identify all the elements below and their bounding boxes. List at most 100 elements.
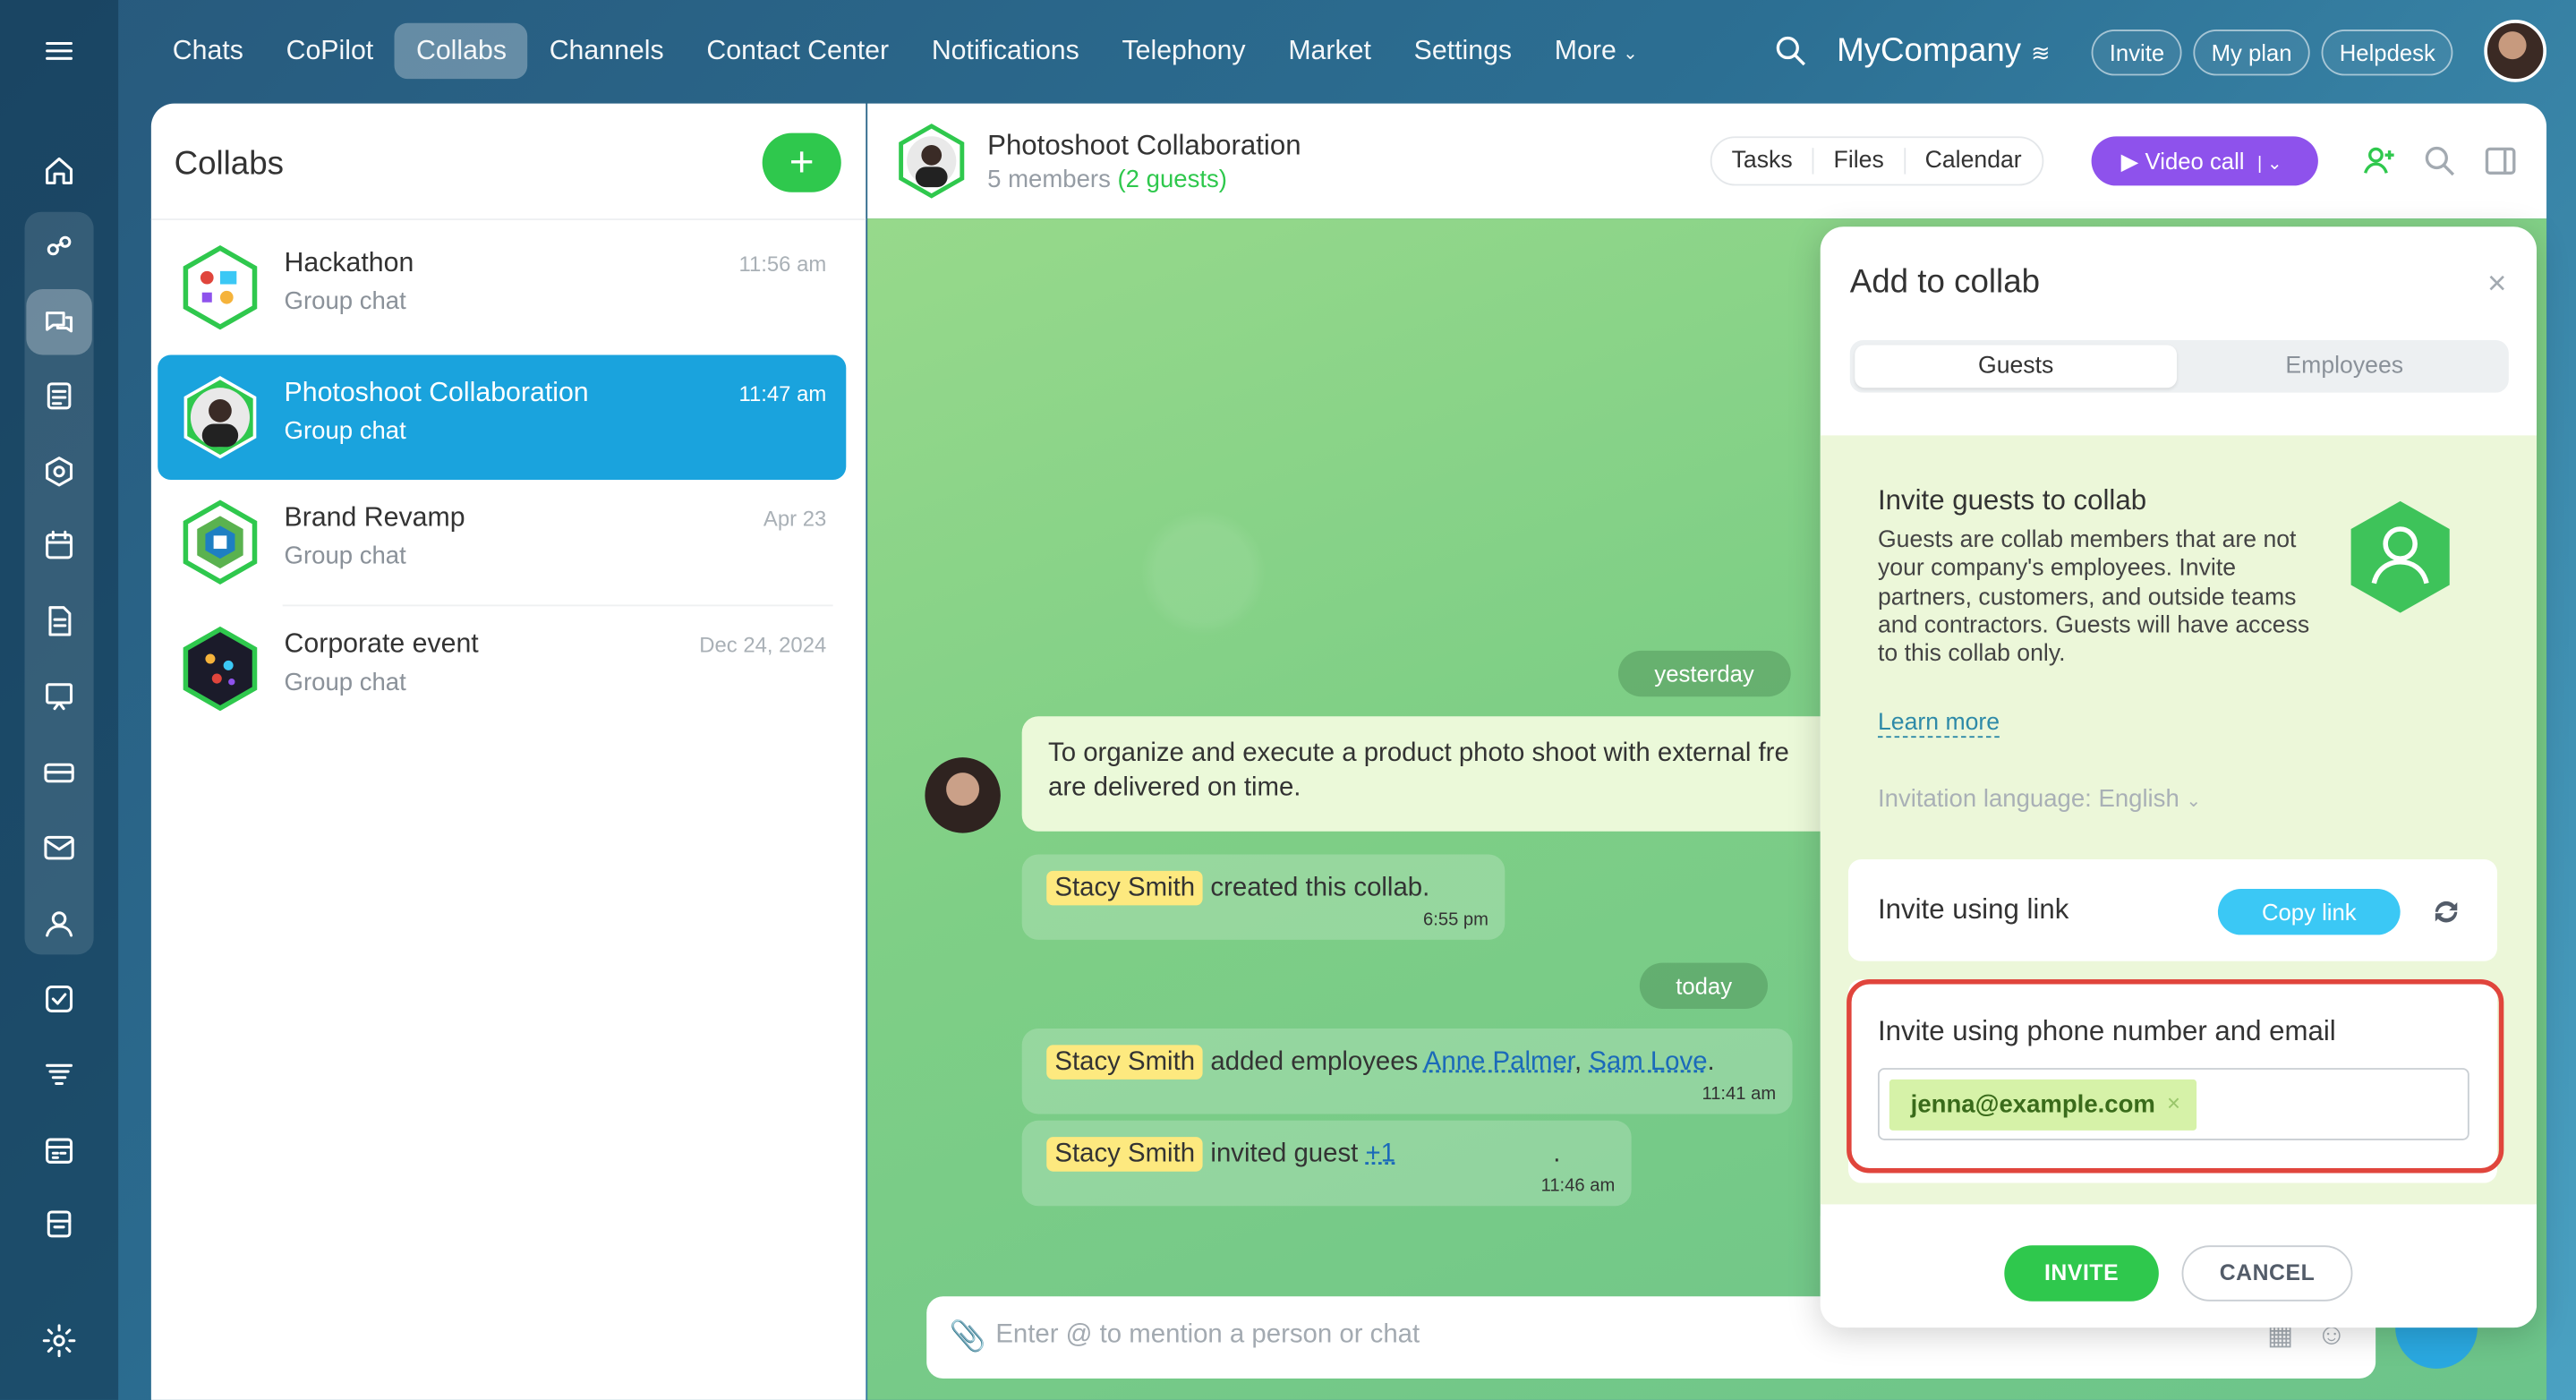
tab-more[interactable]: More ⌄ <box>1533 23 1659 79</box>
sites-icon[interactable] <box>26 439 91 504</box>
event-text: created this collab. <box>1210 874 1430 902</box>
system-message: Stacy Smith created this collab. 6:55 pm <box>1021 854 1506 940</box>
user-mention[interactable]: Stacy Smith <box>1046 1137 1204 1172</box>
item-subtitle: Group chat <box>284 417 406 446</box>
list-item[interactable]: Brand Revamp Group chat Apr 23 <box>158 480 846 604</box>
chat-avatar[interactable] <box>894 124 969 199</box>
item-time: 11:56 am <box>738 251 827 277</box>
office-icon[interactable] <box>26 1191 91 1257</box>
language-label: Invitation language: <box>1877 785 2092 814</box>
helpdesk-button[interactable]: Helpdesk <box>2321 30 2454 76</box>
menu-icon[interactable] <box>26 18 91 83</box>
chat-members[interactable]: 5 members (2 guests) <box>987 166 1227 193</box>
tab-employees[interactable]: Employees <box>2183 345 2505 388</box>
tab-notifications[interactable]: Notifications <box>910 23 1101 79</box>
training-icon[interactable] <box>26 664 91 730</box>
company-name[interactable]: MyCompany ≋ <box>1837 33 2051 71</box>
date-separator: today <box>1639 962 1769 1009</box>
list-item[interactable]: Corporate event Group chat Dec 24, 2024 <box>158 606 846 730</box>
user-avatar[interactable] <box>2484 20 2547 82</box>
guest-link[interactable]: +1 <box>1366 1140 1395 1168</box>
schedule-icon[interactable] <box>26 1117 91 1182</box>
corporate-event-avatar <box>183 626 258 712</box>
crm-icon[interactable] <box>26 739 91 805</box>
learn-more-link[interactable]: Learn more <box>1877 710 2000 738</box>
invite-button[interactable]: INVITE <box>2004 1245 2159 1302</box>
item-time: Dec 24, 2024 <box>699 632 827 658</box>
attach-icon[interactable]: 📎 <box>950 1319 986 1354</box>
tab-channels[interactable]: Channels <box>528 23 686 79</box>
list-item[interactable]: Photoshoot Collaboration Group chat 11:4… <box>158 354 847 480</box>
date-separator: yesterday <box>1617 650 1791 697</box>
search-icon[interactable] <box>1773 33 1809 69</box>
automation-icon[interactable] <box>26 1042 91 1107</box>
invite-button[interactable]: Invite <box>2091 30 2183 76</box>
tab-market[interactable]: Market <box>1267 23 1392 79</box>
tab-settings[interactable]: Settings <box>1393 23 1533 79</box>
email-phone-input[interactable]: jenna@example.com × <box>1877 1068 2469 1140</box>
invitation-language[interactable]: Invitation language: English ⌄ <box>1878 785 2201 813</box>
document-icon[interactable] <box>26 588 91 653</box>
copilot-icon[interactable] <box>26 214 91 279</box>
item-name: Photoshoot Collaboration <box>284 378 589 408</box>
chevron-down-icon: ⌄ <box>2186 791 2202 812</box>
end-text: . <box>1707 1048 1715 1077</box>
item-name: Brand Revamp <box>284 502 465 533</box>
dialog-title: Add to collab <box>1849 264 2041 301</box>
message-time: 6:55 pm <box>1423 909 1488 930</box>
item-subtitle: Group chat <box>284 542 406 570</box>
add-to-collab-dialog: Add to collab × Guests Employees Invite … <box>1820 226 2538 1328</box>
list-item[interactable]: Hackathon Group chat 11:56 am <box>158 225 846 349</box>
messenger-icon[interactable] <box>26 289 92 355</box>
item-name: Corporate event <box>284 628 479 660</box>
app-window: Chats CoPilot Collabs Channels Contact C… <box>0 0 2576 1400</box>
dialog-tabs: Guests Employees <box>1849 339 2509 393</box>
add-collab-button[interactable]: + <box>762 132 841 192</box>
invite-link-title: Invite using link <box>1877 893 2069 926</box>
brand-revamp-avatar <box>183 499 258 585</box>
my-plan-button[interactable]: My plan <box>2193 30 2310 76</box>
video-call-button[interactable]: ▶ Video call | ⌄ <box>2091 136 2318 186</box>
chevron-down-icon: ⌄ <box>1623 44 1639 64</box>
copy-link-button[interactable]: Copy link <box>2217 889 2401 935</box>
chip-remove-icon[interactable]: × <box>2167 1089 2180 1115</box>
calendar-icon[interactable] <box>26 513 91 578</box>
sender-avatar[interactable] <box>925 757 1001 833</box>
tab-copilot[interactable]: CoPilot <box>265 23 395 79</box>
user-mention[interactable]: Stacy Smith <box>1046 1045 1204 1080</box>
sidebar-toggle-icon[interactable] <box>2482 143 2518 179</box>
tab-tasks[interactable]: Tasks <box>1712 148 1814 175</box>
feed-icon[interactable] <box>26 363 91 429</box>
tab-guests[interactable]: Guests <box>1855 345 2178 388</box>
tab-chats[interactable]: Chats <box>151 23 265 79</box>
home-icon[interactable] <box>26 138 91 203</box>
contacts-icon[interactable] <box>26 891 91 956</box>
message-text-line: To organize and execute a product photo … <box>1048 738 1789 768</box>
settings-icon[interactable] <box>26 1308 91 1373</box>
chevron-down-icon: | ⌄ <box>2257 154 2282 175</box>
message-time: 11:46 am <box>1540 1176 1616 1197</box>
message-time: 11:41 am <box>1702 1084 1777 1105</box>
email-chip[interactable]: jenna@example.com × <box>1889 1079 2197 1131</box>
tab-collabs[interactable]: Collabs <box>395 22 528 80</box>
video-call-label: Video call <box>2145 148 2245 175</box>
tab-contact-center[interactable]: Contact Center <box>686 23 910 79</box>
close-icon[interactable]: × <box>2487 266 2506 303</box>
tab-telephony[interactable]: Telephony <box>1101 23 1267 79</box>
video-camera-icon: ▶ <box>2120 148 2139 175</box>
cancel-button[interactable]: CANCEL <box>2181 1245 2353 1302</box>
chat-title[interactable]: Photoshoot Collaboration <box>987 130 1301 163</box>
add-member-icon[interactable] <box>2361 143 2397 179</box>
employee-link[interactable]: Sam Love <box>1589 1048 1707 1076</box>
invite-link-card: Invite using link Copy link <box>1847 858 2497 961</box>
search-icon[interactable] <box>2422 143 2458 179</box>
employee-link[interactable]: Anne Palmer <box>1424 1048 1574 1076</box>
mail-icon[interactable] <box>26 815 91 880</box>
tasks-icon[interactable] <box>26 966 91 1031</box>
tab-files[interactable]: Files <box>1814 148 1906 175</box>
tab-calendar[interactable]: Calendar <box>1906 148 2042 174</box>
user-mention[interactable]: Stacy Smith <box>1046 870 1204 906</box>
refresh-icon[interactable] <box>2430 895 2463 928</box>
message-bubble[interactable]: To organize and execute a product photo … <box>1021 716 1844 832</box>
message-text-line: are delivered on time. <box>1048 773 1301 802</box>
